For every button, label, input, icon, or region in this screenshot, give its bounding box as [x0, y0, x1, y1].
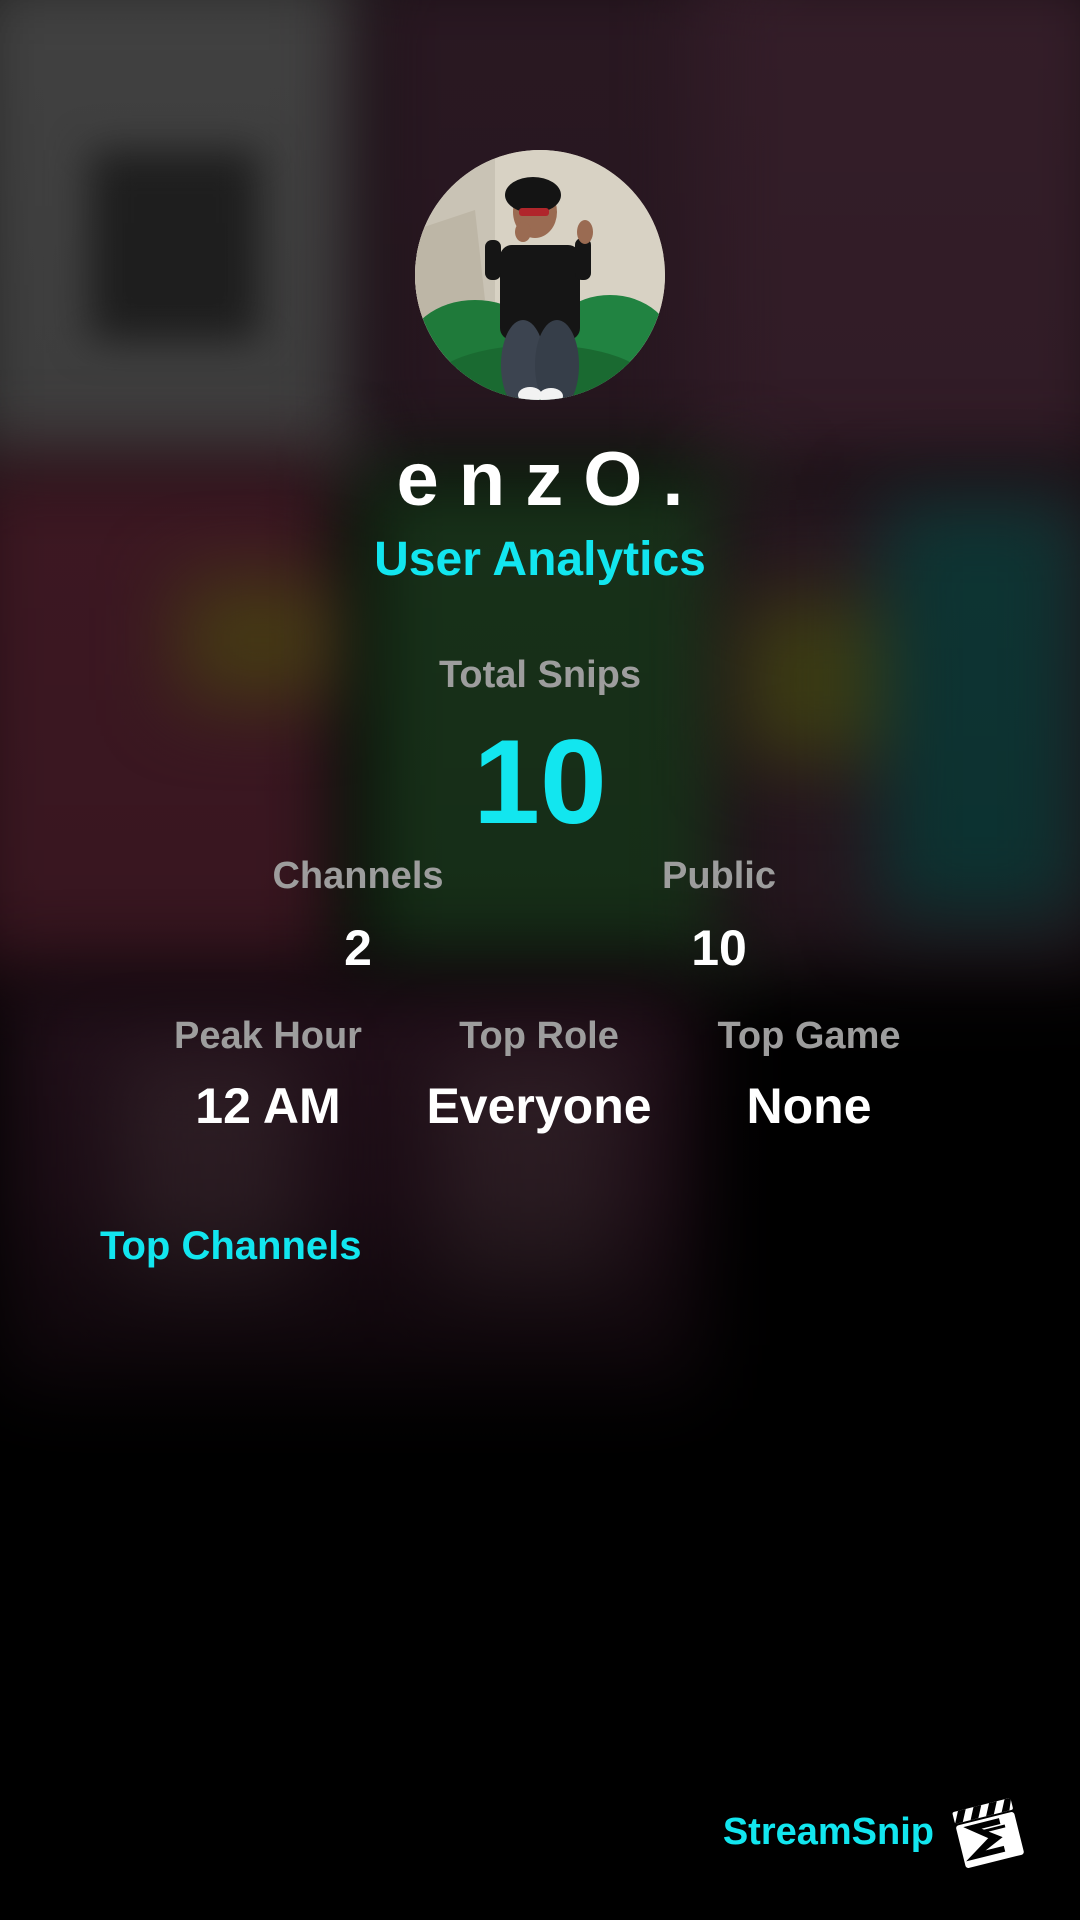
top-game-value: None [746, 1078, 872, 1134]
total-snips-value: 10 [473, 715, 607, 849]
public-value: 10 [691, 920, 747, 976]
peak-hour-value: 12 AM [195, 1078, 341, 1134]
public-stat: Public 10 [569, 857, 869, 973]
page-subtitle: User Analytics [374, 533, 706, 586]
top-game-stat: Top Game None [659, 1017, 959, 1131]
analytics-card: enzO. User Analytics Total Snips 10 Chan… [0, 0, 1080, 1920]
top-game-label: Top Game [717, 1015, 901, 1057]
channels-stat: Channels 2 [208, 857, 508, 973]
channels-label: Channels [272, 855, 444, 897]
top-role-value: Everyone [426, 1078, 652, 1134]
username: enzO. [396, 437, 704, 522]
peak-hour-stat: Peak Hour 12 AM [118, 1017, 418, 1131]
top-channels-heading: Top Channels [100, 1224, 362, 1268]
public-label: Public [661, 855, 777, 897]
peak-hour-label: Peak Hour [174, 1015, 362, 1057]
total-snips-label: Total Snips [439, 654, 641, 696]
top-role-stat: Top Role Everyone [389, 1017, 689, 1131]
top-role-label: Top Role [459, 1015, 619, 1057]
clapperboard-icon [952, 1794, 1026, 1870]
brand-name: StreamSnip [722, 1811, 934, 1853]
brand-footer: StreamSnip [723, 1794, 1026, 1870]
channels-value: 2 [344, 920, 372, 976]
avatar [415, 150, 665, 400]
